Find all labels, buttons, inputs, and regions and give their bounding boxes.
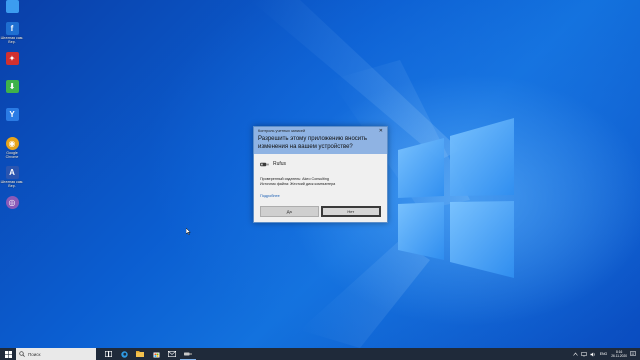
taskbar-rufus[interactable] [180,348,196,360]
system-tray: ENG 8:16 26.11.2020 [572,348,640,360]
chevron-up-icon[interactable] [572,352,578,356]
mouse-cursor-icon [186,228,191,235]
usb-drive-icon [184,352,192,355]
publisher-info: Проверенный издатель: Akeo Consulting Ис… [260,177,382,187]
usb-drive-icon [260,162,269,166]
app-row: Rufus [260,159,382,169]
task-view-button[interactable] [100,348,116,360]
desktop-icon-app-1[interactable]: f Штатная сам. Вер. [1,22,23,50]
desktop-icon-label: Google Chrome [5,151,19,160]
mail-icon [168,351,176,357]
start-button[interactable] [0,348,16,360]
clock-date: 26.11.2020 [611,354,627,358]
clock[interactable]: 8:16 26.11.2020 [611,350,627,358]
uac-buttons: Да Нет [260,206,381,217]
uac-title: Контроль учетных записей [258,129,306,133]
desktop-icon-app-4[interactable]: Y [1,108,23,136]
chrome-icon: ◉ [5,137,19,150]
no-button[interactable]: Нет [320,206,381,217]
language-indicator[interactable]: ENG [600,352,608,356]
search-placeholder: Поиск [28,351,41,357]
file-origin-text: Источник файла: Жесткий диск компьютера [260,182,336,186]
app-icon: f [5,22,19,35]
volume-icon[interactable] [590,351,596,357]
folder-icon [136,351,144,357]
desktop-icon-app-2[interactable]: ✦ [1,52,23,80]
network-icon[interactable] [580,351,587,357]
taskbar-explorer[interactable] [132,348,148,360]
edge-icon [120,350,128,358]
app-name: Rufus [273,161,287,167]
download-icon: ⬇ [5,80,19,93]
more-details-link[interactable]: Подробнее [260,194,382,198]
app-icon: A [5,166,19,179]
yes-button[interactable]: Да [260,206,319,217]
taskbar-mail[interactable] [164,348,180,360]
computer-icon [5,0,19,13]
desktop-icon-app-3[interactable]: ⬇ [1,80,23,108]
desktop-icon-app-7[interactable]: ◎ [1,196,23,224]
notifications-icon[interactable] [630,351,636,357]
app-icon: ◎ [5,196,19,209]
taskbar-edge[interactable] [116,348,132,360]
app-icon: Y [5,108,19,121]
desktop-icon-label: Штатная сам. Вер. [0,180,24,189]
desktop-icon-app-6[interactable]: A Штатная сам. Вер. [1,166,23,194]
taskbar: Поиск ENG 8:16 26.11.2020 [0,348,640,360]
windows-start-icon [4,350,12,358]
store-icon [153,352,159,357]
uac-dialog: Контроль учетных записей ✕ Разрешить это… [253,126,388,223]
close-icon[interactable]: ✕ [379,128,383,134]
search-icon [19,351,25,357]
taskbar-search[interactable]: Поиск [16,348,96,360]
app-icon: ✦ [5,52,19,65]
taskbar-apps [100,348,196,360]
uac-question: Разрешить этому приложению вносить измен… [258,136,368,150]
desktop-icon-label: Штатная сам. Вер. [0,36,24,45]
taskbar-store[interactable] [148,348,164,360]
desktop-icon-chrome[interactable]: ◉ Google Chrome [1,137,23,165]
uac-header: Контроль учетных записей ✕ Разрешить это… [254,127,387,154]
task-view-icon [104,351,112,357]
uac-body: Rufus Проверенный издатель: Akeo Consult… [254,154,387,204]
